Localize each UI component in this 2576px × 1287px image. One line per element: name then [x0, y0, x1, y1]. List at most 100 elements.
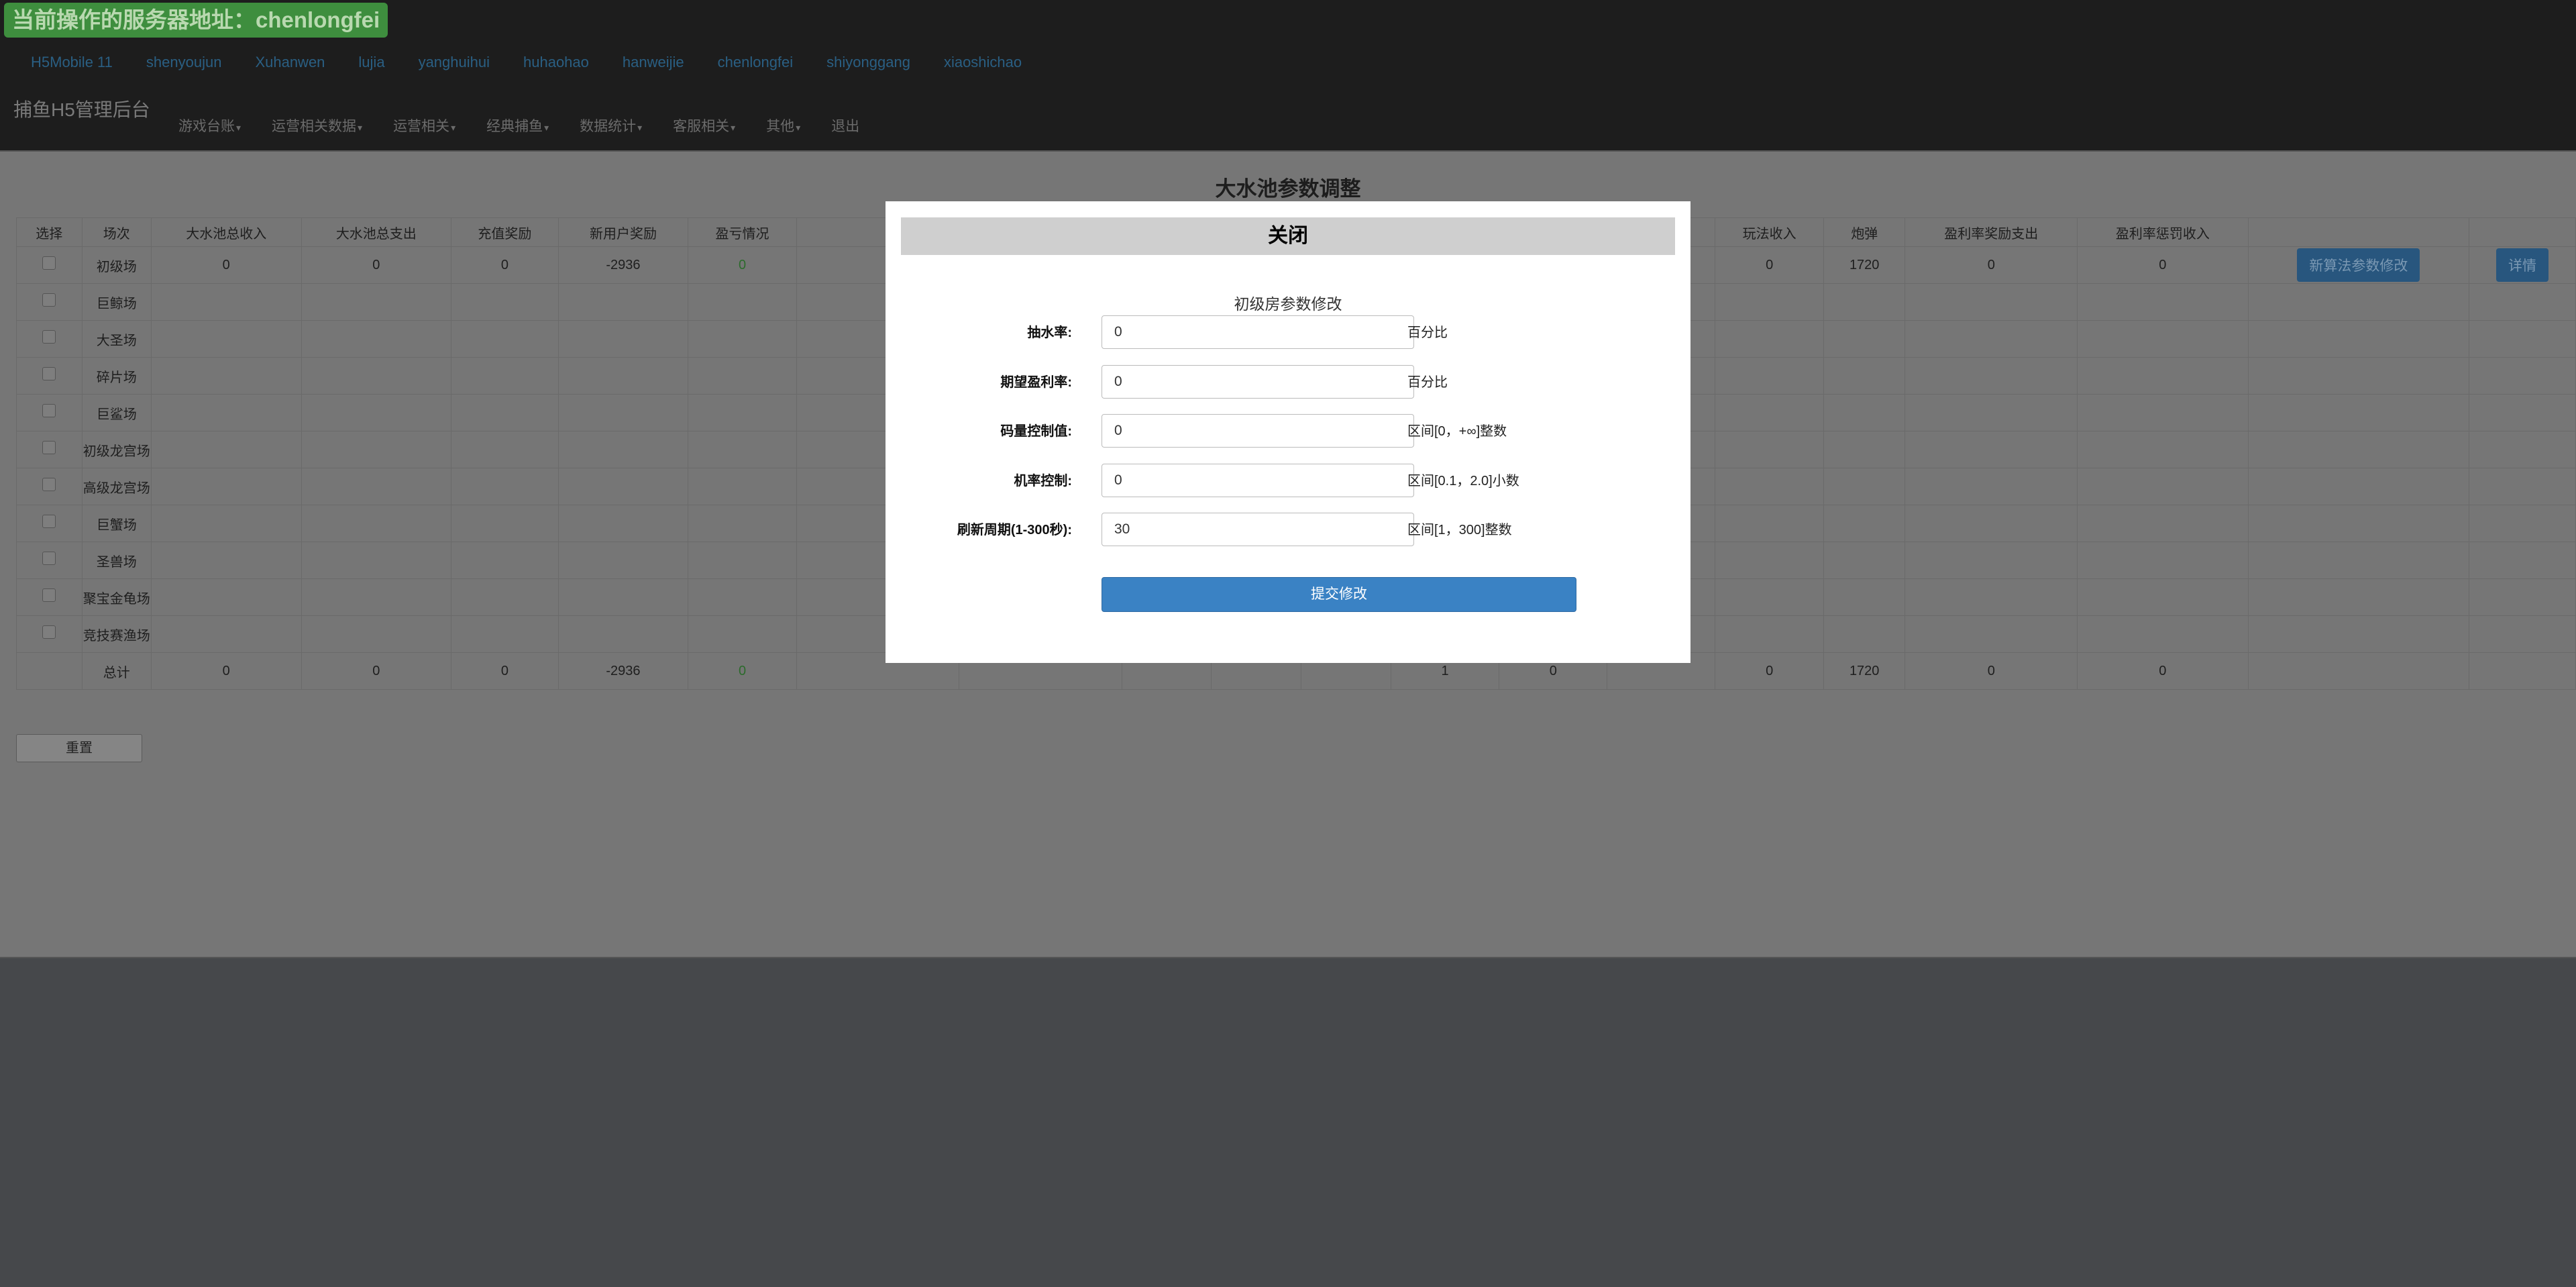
table-cell: 0 — [150, 246, 302, 284]
table-cell — [557, 431, 689, 468]
table-cell — [1823, 542, 1906, 579]
server-tab[interactable]: xiaoshichao — [944, 52, 1022, 72]
row-checkbox[interactable] — [42, 625, 56, 639]
edit-params-button[interactable]: 新算法参数修改 — [2297, 248, 2420, 282]
row-checkbox[interactable] — [42, 552, 56, 565]
column-header — [2469, 217, 2576, 247]
table-cell — [688, 542, 797, 579]
field-input[interactable]: 0 — [1102, 364, 1414, 399]
nav-menu-item[interactable]: 数据统计 — [580, 117, 642, 138]
table-cell: 0 — [1715, 652, 1824, 690]
table-cell — [1823, 320, 1906, 358]
table-cell: 0 — [688, 246, 797, 284]
table-cell — [2469, 431, 2576, 468]
table-cell — [2077, 431, 2249, 468]
server-tab[interactable]: shiyonggang — [826, 52, 910, 72]
table-cell — [2247, 357, 2470, 395]
field-hint: 区间[0，+∞]整数 — [1407, 424, 1507, 439]
table-cell — [2077, 283, 2249, 321]
row-checkbox[interactable] — [42, 478, 56, 491]
field-input[interactable]: 0 — [1102, 414, 1414, 448]
table-cell — [451, 542, 559, 579]
details-button[interactable]: 详情 — [2496, 248, 2549, 282]
nav-menu-item[interactable]: 运营相关数据 — [272, 117, 362, 138]
table-cell — [2247, 394, 2470, 431]
table-cell — [557, 468, 689, 505]
table-cell — [451, 320, 559, 358]
table-cell: 0 — [1904, 652, 2078, 690]
server-tab[interactable]: hanweijie — [623, 52, 684, 72]
table-cell — [150, 578, 302, 616]
column-header: 大水池总收入 — [150, 217, 302, 247]
param-edit-modal: 关闭 初级房参数修改 抽水率: 0 百分比 期望盈利率: 0 百分比 码量控制值: 0 区间[0… — [885, 201, 1690, 663]
server-tab[interactable]: lujia — [358, 52, 384, 72]
row-checkbox[interactable] — [42, 256, 56, 270]
table-cell — [1904, 394, 2078, 431]
close-button[interactable]: 关闭 — [901, 217, 1675, 255]
row-checkbox[interactable] — [42, 515, 56, 528]
field-input[interactable]: 0 — [1102, 315, 1414, 349]
table-cell — [1715, 320, 1824, 358]
table-cell: 0 — [2077, 652, 2249, 690]
table-cell — [2077, 468, 2249, 505]
row-select-cell — [16, 652, 83, 690]
table-cell — [301, 615, 452, 653]
table-cell — [451, 578, 559, 616]
table-cell — [2077, 578, 2249, 616]
table-cell — [688, 394, 797, 431]
field-input[interactable]: 30 — [1102, 513, 1414, 546]
nav-menu-item[interactable]: 运营相关 — [393, 117, 455, 138]
server-tabs: H5Mobile 11 shenyoujun Xuhanwen lujia yanghu… — [31, 52, 1055, 72]
table-cell — [1904, 542, 2078, 579]
server-tab[interactable]: Xuhanwen — [255, 52, 325, 72]
table-cell — [451, 615, 559, 653]
nav-menu-item[interactable]: 退出 — [831, 117, 859, 138]
table-cell — [1823, 615, 1906, 653]
table-cell — [1904, 357, 2078, 395]
table-cell — [451, 468, 559, 505]
table-cell — [1715, 505, 1824, 542]
row-checkbox[interactable] — [42, 404, 56, 417]
field-input[interactable]: 0 — [1102, 463, 1414, 497]
table-cell — [1904, 505, 2078, 542]
field-hint: 百分比 — [1407, 374, 1448, 390]
server-tab[interactable]: chenlongfei — [718, 52, 794, 72]
server-tab[interactable]: H5Mobile 11 — [31, 52, 113, 72]
row-checkbox[interactable] — [42, 441, 56, 454]
venue-name: 圣兽场 — [81, 542, 152, 579]
table-cell: -2936 — [557, 246, 689, 284]
venue-name: 碎片场 — [81, 357, 152, 395]
server-tab[interactable]: yanghuihui — [419, 52, 490, 72]
table-cell — [2247, 283, 2470, 321]
submit-button[interactable]: 提交修改 — [1102, 577, 1576, 612]
reset-button[interactable]: 重置 — [16, 734, 142, 762]
table-cell — [301, 542, 452, 579]
table-cell — [301, 505, 452, 542]
row-select-cell — [16, 615, 83, 653]
table-cell — [557, 357, 689, 395]
nav-menu-item[interactable]: 其他 — [766, 117, 800, 138]
venue-name: 巨蟹场 — [81, 505, 152, 542]
table-cell: 0 — [451, 652, 559, 690]
top-header: 当前操作的服务器地址：chenlongfei H5Mobile 11 shenyo… — [0, 0, 2576, 150]
table-cell — [1715, 542, 1824, 579]
row-checkbox[interactable] — [42, 330, 56, 344]
table-cell — [2247, 431, 2470, 468]
server-tab[interactable]: shenyoujun — [146, 52, 222, 72]
field-label: 刷新周期(1-300秒): — [957, 523, 1072, 537]
nav-menu-item[interactable]: 游戏台账 — [178, 117, 241, 138]
server-tab[interactable]: huhaohao — [523, 52, 589, 72]
row-checkbox[interactable] — [42, 293, 56, 307]
action-cell: 新算法参数修改 — [2247, 246, 2470, 284]
venue-name: 巨鲨场 — [81, 394, 152, 431]
venue-name: 大圣场 — [81, 320, 152, 358]
nav-menu-item[interactable]: 客服相关 — [673, 117, 735, 138]
table-cell — [2077, 505, 2249, 542]
nav-menu-item[interactable]: 经典捕鱼 — [486, 117, 549, 138]
row-checkbox[interactable] — [42, 588, 56, 602]
table-cell — [451, 505, 559, 542]
table-cell — [2469, 320, 2576, 358]
table-cell — [2469, 468, 2576, 505]
row-checkbox[interactable] — [42, 367, 56, 380]
venue-name: 巨鲸场 — [81, 283, 152, 321]
